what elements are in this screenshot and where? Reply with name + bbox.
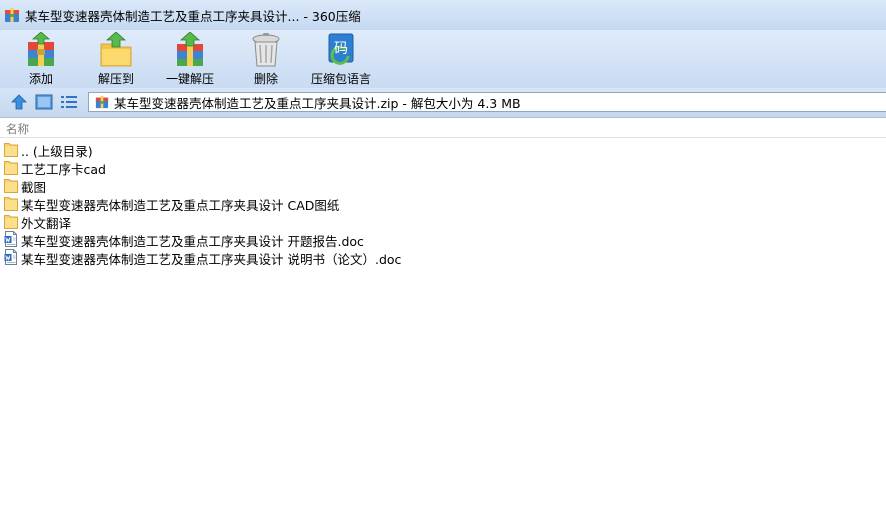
address-bar[interactable]: 某车型变速器壳体制造工艺及重点工序夹具设计.zip - 解包大小为 4.3 MB <box>88 92 886 112</box>
file-list: .. (上级目录) 工艺工序卡cad 截图 某车型变速器壳体制造工艺及重点工序夹… <box>0 140 886 267</box>
thumbnail-view-icon[interactable] <box>35 94 53 110</box>
file-name: 某车型变速器壳体制造工艺及重点工序夹具设计 说明书（论文）.doc <box>21 252 402 267</box>
list-item[interactable]: 工艺工序卡cad <box>0 158 886 177</box>
up-level-icon[interactable] <box>10 94 28 110</box>
archive-language-button[interactable]: 码 压缩包语言 <box>305 30 377 88</box>
folder-icon <box>4 195 18 211</box>
archive-language-label: 压缩包语言 <box>310 72 371 86</box>
add-button[interactable]: 添加 <box>6 30 76 88</box>
delete-button[interactable]: 删除 <box>231 30 301 88</box>
word-document-icon <box>4 249 18 265</box>
extract-to-icon <box>100 32 132 67</box>
add-label: 添加 <box>28 72 53 86</box>
folder-icon <box>4 159 18 175</box>
extract-to-button[interactable]: 解压到 <box>81 30 151 88</box>
folder-icon <box>4 213 18 229</box>
delete-label: 删除 <box>253 72 278 86</box>
archive-icon <box>95 95 109 109</box>
list-item[interactable]: 外文翻译 <box>0 212 886 231</box>
list-view-icon[interactable] <box>60 94 78 110</box>
list-item[interactable]: 某车型变速器壳体制造工艺及重点工序夹具设计 说明书（论文）.doc <box>0 248 886 267</box>
parent-directory-row[interactable]: .. (上级目录) <box>0 140 886 159</box>
one-click-extract-label: 一键解压 <box>165 72 214 86</box>
title-bar: 某车型变速器壳体制造工艺及重点工序夹具设计... - 360压缩 <box>0 0 886 30</box>
list-item[interactable]: 某车型变速器壳体制造工艺及重点工序夹具设计 CAD图纸 <box>0 194 886 213</box>
app-window: 某车型变速器壳体制造工艺及重点工序夹具设计... - 360压缩 添加 解压到 <box>0 0 886 517</box>
window-title: 某车型变速器壳体制造工艺及重点工序夹具设计... - 360压缩 <box>25 8 361 24</box>
address-text: 某车型变速器壳体制造工艺及重点工序夹具设计.zip - 解包大小为 4.3 MB <box>114 95 521 111</box>
folder-icon <box>4 141 18 157</box>
navigation-bar: 某车型变速器壳体制造工艺及重点工序夹具设计.zip - 解包大小为 4.3 MB <box>0 88 886 118</box>
archive-app-icon <box>4 7 20 23</box>
file-list-header: 名称 <box>0 118 886 138</box>
list-item[interactable]: 截图 <box>0 176 886 195</box>
one-click-extract-icon <box>177 32 203 66</box>
column-header-name[interactable]: 名称 <box>6 121 29 137</box>
add-icon <box>28 32 54 66</box>
extract-to-label: 解压到 <box>97 72 134 86</box>
toolbar: 添加 解压到 一键解压 删除 码 压缩包语言 <box>0 30 886 88</box>
folder-icon <box>4 177 18 193</box>
archive-language-icon: 码 <box>328 33 354 65</box>
svg-text:码: 码 <box>334 41 348 57</box>
word-document-icon <box>4 231 18 247</box>
list-item[interactable]: 某车型变速器壳体制造工艺及重点工序夹具设计 开题报告.doc <box>0 230 886 249</box>
one-click-extract-button[interactable]: 一键解压 <box>155 30 225 88</box>
delete-icon <box>252 33 280 67</box>
